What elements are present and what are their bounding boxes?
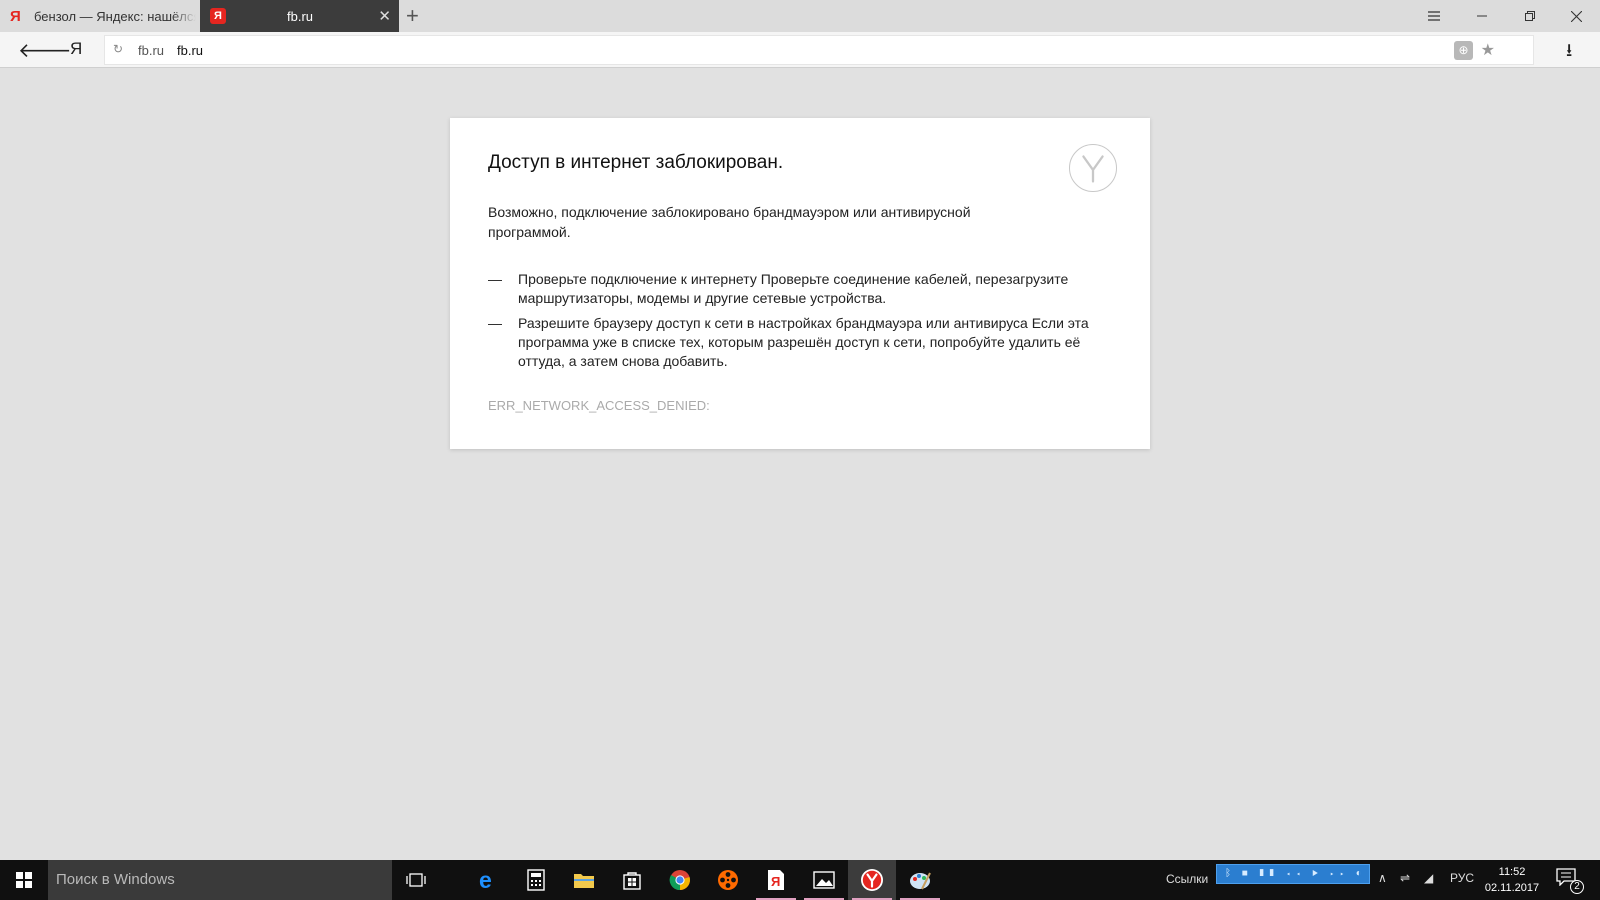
media-control-bar[interactable]: ᛒ ■ ❚❚ ◂◂ ▶ ▸▸ ◐ ▾	[1216, 864, 1370, 884]
tab-strip: Я бензол — Яндекс: нашёлся Я fb.ru ✕ +	[0, 0, 1600, 32]
clock-date: 02.11.2017	[1484, 882, 1540, 894]
error-code: ERR_NETWORK_ACCESS_DENIED:	[488, 398, 710, 413]
address-bar[interactable]: ↻ fb.ru fb.ru ⊕ ★	[104, 35, 1534, 65]
chrome-button[interactable]	[656, 860, 704, 900]
download-icon[interactable]: ⭳	[1566, 38, 1572, 68]
hamburger-icon	[1428, 11, 1440, 21]
store-button[interactable]	[608, 860, 656, 900]
error-title: Доступ в интернет заблокирован.	[488, 152, 784, 173]
restore-button[interactable]	[1506, 0, 1554, 32]
calculator-button[interactable]	[512, 860, 560, 900]
tab-fb-active[interactable]: Я fb.ru ✕	[200, 0, 399, 32]
yandex-app-button[interactable]: Я	[752, 860, 800, 900]
edge-icon: e	[479, 869, 492, 891]
reload-icon[interactable]: ↻	[113, 42, 123, 56]
store-icon	[623, 872, 641, 890]
list-item: — Разрешите браузеру доступ к сети в наст…	[488, 314, 1118, 371]
address-bar-row: 🡐 Я ↻ fb.ru fb.ru ⊕ ★ ⭳	[0, 32, 1600, 68]
chrome-icon	[669, 870, 690, 891]
photos-icon	[813, 871, 835, 889]
restore-icon	[1525, 11, 1535, 21]
dash-marker: —	[488, 271, 502, 287]
file-explorer-button[interactable]	[560, 860, 608, 900]
taskbar-search-box[interactable]: Поиск в Windows	[48, 860, 392, 900]
new-tab-button[interactable]: +	[406, 3, 419, 29]
minimize-button[interactable]	[1458, 0, 1506, 32]
task-view-icon	[406, 873, 426, 887]
yandex-doc-icon: Я	[768, 870, 784, 890]
suggestion-text: Проверьте подключение к интернету Провер…	[518, 271, 1069, 306]
paint-button[interactable]	[896, 860, 944, 900]
media-player-button[interactable]	[704, 860, 752, 900]
tab-yandex-search[interactable]: Я бензол — Яндекс: нашёлся	[0, 0, 199, 32]
edge-button[interactable]: e	[464, 860, 512, 900]
yandex-browser-icon	[861, 869, 883, 891]
yandex-browser-button[interactable]	[848, 860, 896, 900]
globe-icon[interactable]: ⊕	[1454, 41, 1473, 60]
suggestion-text: Разрешите браузеру доступ к сети в настр…	[518, 315, 1089, 369]
tab-title: fb.ru	[286, 8, 313, 24]
suggestion-list: — Проверьте подключение к интернету Прове…	[488, 270, 1118, 377]
system-clock[interactable]: 11:52 02.11.2017	[1482, 864, 1542, 896]
task-view-button[interactable]	[392, 860, 440, 900]
error-card: Доступ в интернет заблокирован. Возможно…	[450, 118, 1150, 449]
error-description: Возможно, подключение заблокировано бран…	[488, 204, 971, 240]
svg-text:e: e	[479, 869, 492, 891]
photos-button[interactable]	[800, 860, 848, 900]
minimize-icon	[1477, 15, 1487, 17]
yandex-logo-icon: Я	[10, 7, 21, 25]
links-toolbar-label[interactable]: Ссылки	[1166, 872, 1208, 886]
film-reel-icon	[718, 870, 738, 890]
list-item: — Проверьте подключение к интернету Прове…	[488, 270, 1118, 308]
fb-site-icon: Я	[210, 8, 226, 24]
clock-time: 11:52	[1498, 866, 1526, 878]
wifi-icon[interactable]: ◢	[1424, 871, 1433, 885]
start-button[interactable]	[0, 860, 48, 900]
url-text[interactable]: fb.ru	[177, 43, 203, 58]
windows-logo-icon	[16, 872, 32, 888]
bookmark-star-icon[interactable]: ★	[1481, 40, 1495, 60]
windows-taskbar: Поиск в Windows e Я Ссылки ᛒ ■ ❚❚ ◂◂ ▶ ▸…	[0, 860, 1600, 900]
paint-palette-icon	[910, 872, 931, 890]
close-tab-icon[interactable]: ✕	[378, 7, 391, 25]
calculator-icon	[527, 869, 545, 891]
back-arrow-icon[interactable]: 🡐	[18, 38, 72, 63]
tab-title: бензол — Яндекс: нашёлся	[34, 8, 196, 24]
close-icon	[1570, 10, 1582, 22]
show-hidden-icons-chevron-icon[interactable]: ∧	[1378, 871, 1387, 885]
close-window-button[interactable]	[1552, 0, 1600, 32]
input-language[interactable]: РУС	[1450, 871, 1474, 885]
yandex-home-icon[interactable]: Я	[70, 39, 82, 59]
svg-text:Я: Я	[771, 874, 780, 889]
action-center-button[interactable]: 2	[1556, 868, 1584, 894]
network-tray-icon[interactable]: ⇌	[1400, 871, 1410, 885]
folder-icon	[574, 874, 594, 888]
dash-marker: —	[488, 315, 502, 331]
menu-button[interactable]	[1410, 0, 1458, 32]
notification-count-badge: 2	[1570, 880, 1584, 894]
yandex-browser-logo-icon	[1069, 144, 1117, 192]
host-hint: fb.ru	[138, 43, 165, 58]
